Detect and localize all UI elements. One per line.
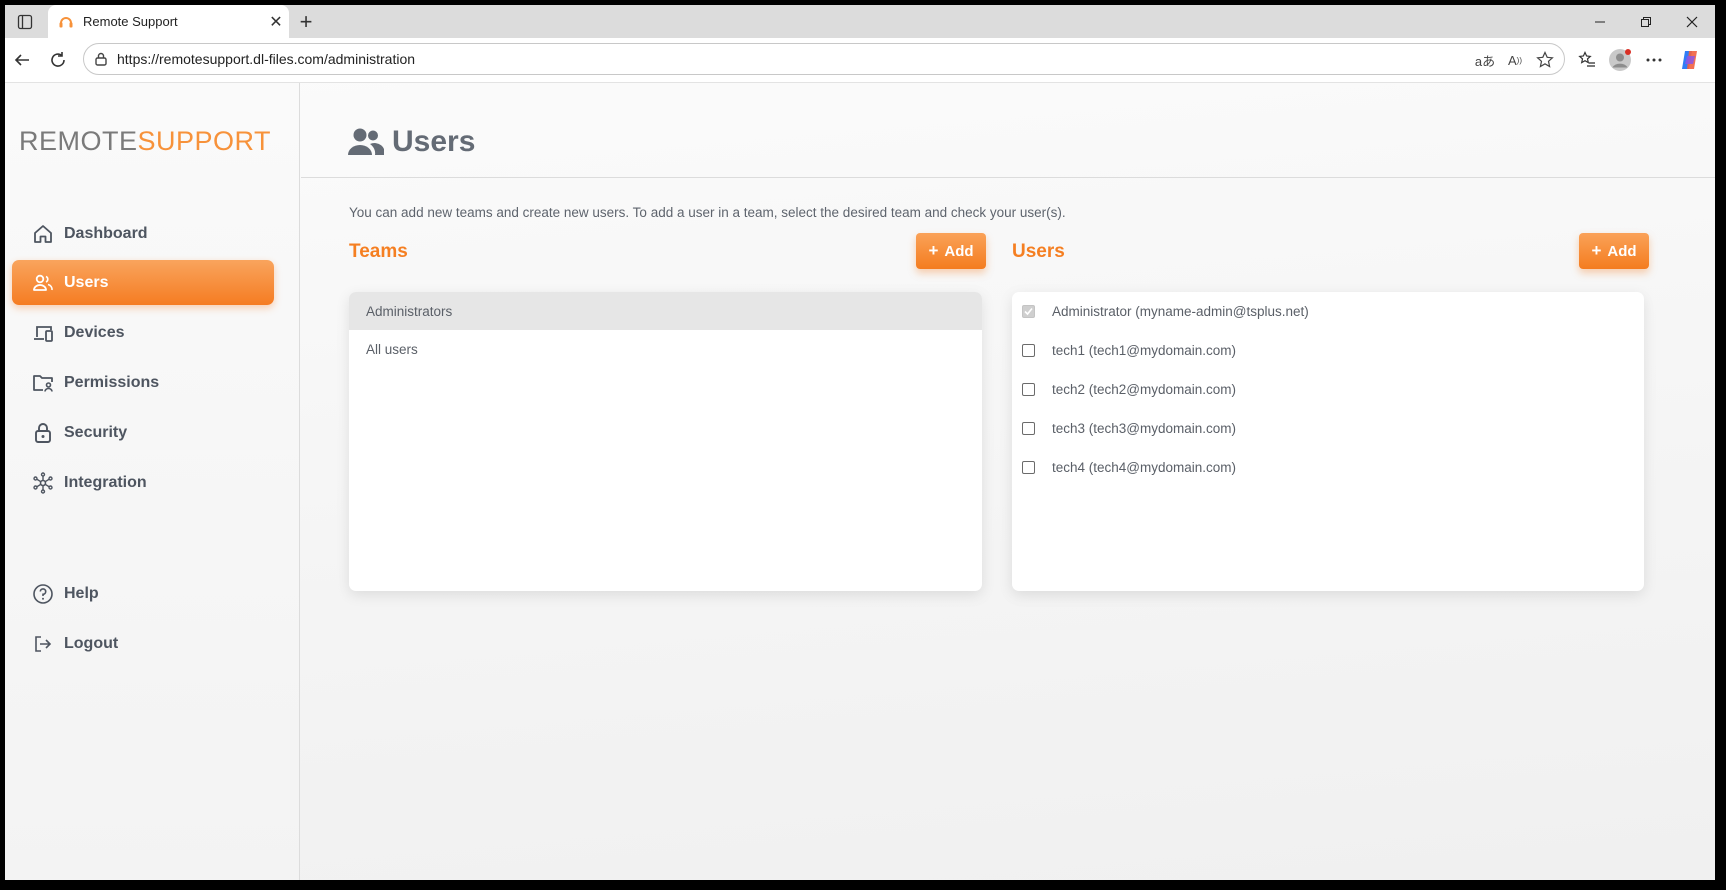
add-user-button[interactable]: + Add xyxy=(1579,233,1649,269)
plus-icon: + xyxy=(1591,241,1602,260)
sidebar-item-label: Logout xyxy=(64,634,119,652)
sidebar-item-security[interactable]: Security xyxy=(12,410,274,455)
back-icon[interactable] xyxy=(8,46,36,74)
network-icon xyxy=(31,471,55,495)
logo-text-support: SUPPORT xyxy=(137,126,272,156)
teams-title: Teams xyxy=(349,241,408,262)
user-checkbox[interactable] xyxy=(1022,383,1035,396)
favorites-icon[interactable] xyxy=(1573,46,1601,74)
help-icon xyxy=(31,582,55,606)
sidebar: REMOTESUPPORT Dashboard Users Devices Pe… xyxy=(5,83,300,880)
user-label: tech3 (tech3@mydomain.com) xyxy=(1052,421,1237,436)
user-row: tech2 (tech2@mydomain.com) xyxy=(1012,370,1644,409)
users-panel: Administrator (myname-admin@tsplus.net) … xyxy=(1012,292,1644,591)
minimize-icon[interactable] xyxy=(1577,5,1623,38)
add-team-label: Add xyxy=(944,242,974,260)
sidebar-item-help[interactable]: Help xyxy=(12,571,274,616)
add-team-button[interactable]: + Add xyxy=(916,233,986,269)
user-checkbox[interactable] xyxy=(1022,344,1035,357)
sidebar-item-users[interactable]: Users xyxy=(12,260,274,305)
user-row: tech3 (tech3@mydomain.com) xyxy=(1012,409,1644,448)
home-icon xyxy=(31,222,55,246)
sidebar-item-dashboard[interactable]: Dashboard xyxy=(12,211,274,256)
user-checkbox[interactable] xyxy=(1022,422,1035,435)
teams-panel: Administrators All users xyxy=(349,292,982,591)
title-divider xyxy=(301,177,1715,178)
sidebar-item-integration[interactable]: Integration xyxy=(12,460,274,505)
sidebar-item-label: Users xyxy=(64,273,109,291)
team-item-administrators[interactable]: Administrators xyxy=(349,292,982,330)
browser-window: Remote Support ✕ + https://remotesupport… xyxy=(5,5,1715,880)
remote-support-favicon-icon xyxy=(58,14,74,30)
lock-icon xyxy=(31,421,55,445)
address-bar[interactable]: https://remotesupport.dl-files.com/admin… xyxy=(83,43,1565,75)
sidebar-item-devices[interactable]: Devices xyxy=(12,310,274,355)
user-row: Administrator (myname-admin@tsplus.net) xyxy=(1012,292,1644,331)
logo-text-remote: REMOTE xyxy=(19,126,138,156)
page: REMOTESUPPORT Dashboard Users Devices Pe… xyxy=(5,83,1715,880)
folder-user-icon xyxy=(31,371,55,395)
user-row: tech1 (tech1@mydomain.com) xyxy=(1012,331,1644,370)
browser-toolbar: https://remotesupport.dl-files.com/admin… xyxy=(5,38,1715,83)
page-description: You can add new teams and create new use… xyxy=(349,205,1066,220)
translate-icon[interactable]: aあ xyxy=(1474,49,1496,71)
team-item-all-users[interactable]: All users xyxy=(349,330,982,368)
tab-close-icon[interactable]: ✕ xyxy=(263,9,289,35)
user-checkbox-checked[interactable] xyxy=(1022,305,1035,318)
add-user-label: Add xyxy=(1607,242,1637,260)
sidebar-item-logout[interactable]: Logout xyxy=(12,621,274,666)
tab-title: Remote Support xyxy=(83,14,178,29)
sidebar-item-label: Integration xyxy=(64,473,147,491)
devices-icon xyxy=(31,321,55,345)
page-title-text: Users xyxy=(392,125,476,158)
user-label: Administrator (myname-admin@tsplus.net) xyxy=(1052,304,1309,319)
main-content: Users You can add new teams and create n… xyxy=(301,83,1715,880)
window-close-icon[interactable] xyxy=(1669,5,1715,38)
sidebar-item-label: Help xyxy=(64,584,99,602)
page-title: Users xyxy=(348,125,475,159)
url-text[interactable]: https://remotesupport.dl-files.com/admin… xyxy=(117,51,415,67)
user-label: tech1 (tech1@mydomain.com) xyxy=(1052,343,1237,358)
restore-icon[interactable] xyxy=(1623,5,1669,38)
user-checkbox[interactable] xyxy=(1022,461,1035,474)
users-title: Users xyxy=(1012,241,1065,262)
refresh-icon[interactable] xyxy=(44,46,72,74)
browser-tab[interactable]: Remote Support ✕ xyxy=(48,5,289,38)
remote-support-logo[interactable]: REMOTESUPPORT xyxy=(19,126,271,157)
sidebar-item-label: Permissions xyxy=(64,373,160,391)
users-icon xyxy=(348,127,385,157)
more-options-icon[interactable] xyxy=(1640,46,1668,74)
user-label: tech2 (tech2@mydomain.com) xyxy=(1052,382,1237,397)
new-tab-button[interactable]: + xyxy=(295,9,317,34)
plus-icon: + xyxy=(928,241,939,260)
sidebar-item-permissions[interactable]: Permissions xyxy=(12,360,274,405)
tab-actions-icon[interactable] xyxy=(15,12,35,32)
sidebar-item-label: Devices xyxy=(64,323,125,341)
users-icon xyxy=(31,271,55,295)
user-row: tech4 (tech4@mydomain.com) xyxy=(1012,448,1644,487)
sidebar-item-label: Dashboard xyxy=(64,224,148,242)
copilot-icon[interactable] xyxy=(1676,46,1704,74)
read-aloud-icon[interactable]: A)) xyxy=(1504,49,1526,71)
favorite-star-icon[interactable] xyxy=(1534,49,1556,71)
profile-avatar-icon[interactable] xyxy=(1606,46,1634,74)
site-info-icon[interactable] xyxy=(94,51,108,72)
user-label: tech4 (tech4@mydomain.com) xyxy=(1052,460,1237,475)
logout-icon xyxy=(31,632,55,656)
sidebar-item-label: Security xyxy=(64,423,128,441)
browser-titlebar: Remote Support ✕ + xyxy=(5,5,1715,38)
